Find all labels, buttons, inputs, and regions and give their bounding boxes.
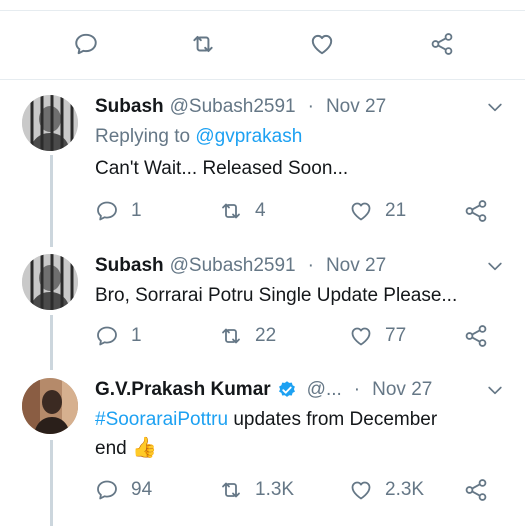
thumbs-up-emoji: 👍	[131, 437, 157, 459]
reply-button[interactable]: 1	[95, 323, 142, 349]
tweet-text: Bro, Sorrarai Potru Single Update Please…	[95, 285, 458, 306]
share-icon[interactable]	[463, 477, 489, 503]
avatar[interactable]	[22, 378, 78, 434]
reply-button[interactable]: 94	[95, 477, 152, 503]
share-icon[interactable]	[463, 198, 489, 224]
retweet-icon	[219, 478, 243, 502]
reply-icon	[95, 478, 119, 502]
mention-link[interactable]: @gvprakash	[195, 126, 302, 147]
share-icon	[429, 31, 455, 57]
like-button[interactable]: 2.3K	[349, 477, 424, 503]
tweet-actions: 94 1.3K 2.3K	[95, 477, 505, 503]
tweet-text: #SooraraiPottru updates from December en…	[95, 406, 503, 463]
tweet-header: Subash @Subash2591 · Nov 27	[95, 95, 505, 119]
chevron-down-icon[interactable]	[485, 380, 505, 400]
share-button[interactable]	[428, 30, 456, 58]
retweet-icon	[219, 199, 243, 223]
reply-icon	[95, 324, 119, 348]
retweet-button[interactable]	[189, 30, 217, 58]
like-count: 21	[385, 200, 407, 221]
section-divider	[0, 79, 525, 80]
avatar[interactable]	[22, 254, 78, 310]
like-count: 77	[385, 325, 407, 346]
heart-icon	[349, 478, 373, 502]
reply-button[interactable]	[72, 30, 100, 58]
tweet-header: G.V.Prakash Kumar @... · Nov 27	[95, 378, 505, 402]
retweet-button[interactable]: 1.3K	[219, 477, 294, 503]
reply-count: 1	[131, 200, 142, 221]
tweet-actions: 1 4 21	[95, 198, 505, 224]
user-name[interactable]: G.V.Prakash Kumar	[95, 379, 271, 401]
separator-dot: ·	[353, 379, 361, 400]
like-button[interactable]: 21	[349, 198, 406, 224]
retweet-button[interactable]: 22	[219, 323, 276, 349]
like-button[interactable]: 77	[349, 323, 406, 349]
retweet-count: 22	[255, 325, 277, 346]
replying-to: Replying to @gvprakash	[95, 126, 302, 148]
user-handle[interactable]: @Subash2591	[170, 255, 296, 277]
user-handle[interactable]: @...	[307, 379, 342, 401]
tweet-date[interactable]: Nov 27	[372, 379, 432, 401]
hashtag-link[interactable]: #SooraraiPottru	[95, 409, 228, 430]
reply-icon	[95, 199, 119, 223]
reply-icon	[73, 31, 99, 57]
tweet-text-line2: end	[95, 438, 127, 459]
user-name[interactable]: Subash	[95, 255, 164, 277]
tweet-actions: 1 22 77	[95, 323, 505, 349]
retweet-icon	[190, 31, 216, 57]
like-count: 2.3K	[385, 479, 425, 500]
reply-count: 1	[131, 325, 142, 346]
share-icon[interactable]	[463, 323, 489, 349]
retweet-button[interactable]: 4	[219, 198, 266, 224]
heart-icon	[349, 324, 373, 348]
replying-to-label: Replying to	[95, 126, 191, 147]
retweet-count: 1.3K	[255, 479, 295, 500]
tweet-text-body: updates from December	[228, 409, 438, 430]
like-button[interactable]	[308, 30, 336, 58]
retweet-count: 4	[255, 200, 266, 221]
separator-dot: ·	[307, 96, 314, 117]
separator-dot: ·	[307, 255, 314, 276]
tweet-header: Subash @Subash2591 · Nov 27	[95, 254, 505, 278]
tweet-date[interactable]: Nov 27	[326, 255, 386, 277]
heart-icon	[349, 199, 373, 223]
thread-connector	[50, 315, 53, 370]
chevron-down-icon[interactable]	[485, 256, 505, 276]
user-handle[interactable]: @Subash2591	[170, 96, 296, 118]
user-name[interactable]: Subash	[95, 96, 164, 118]
thread-connector	[50, 440, 53, 526]
thread-connector	[50, 155, 53, 247]
retweet-icon	[219, 324, 243, 348]
top-divider	[0, 10, 525, 11]
chevron-down-icon[interactable]	[485, 97, 505, 117]
verified-badge-icon	[278, 381, 295, 397]
reply-count: 94	[131, 479, 153, 500]
avatar[interactable]	[22, 95, 78, 151]
tweet-date[interactable]: Nov 27	[326, 96, 386, 118]
reply-button[interactable]: 1	[95, 198, 142, 224]
tweet-text: Can't Wait... Released Soon...	[95, 158, 349, 179]
main-tweet-actions	[0, 22, 525, 66]
heart-icon	[309, 31, 335, 57]
